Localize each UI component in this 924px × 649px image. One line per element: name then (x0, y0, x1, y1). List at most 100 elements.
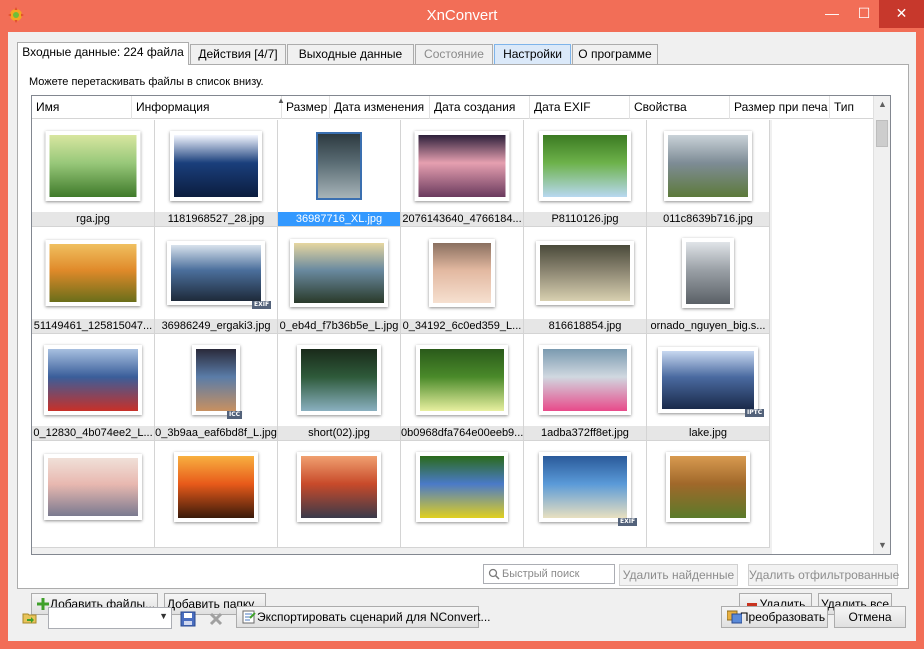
bottom-toolbar: ▼ Экспортировать сценарий для NConvert..… (8, 594, 916, 641)
file-name-label: 51149461_125815047... (32, 319, 154, 333)
file-thumbnail-item[interactable]: 0_eb4d_f7b36b5e_L.jpg (278, 227, 401, 334)
maximize-button[interactable]: ☐ (849, 0, 879, 28)
file-thumbnail-item[interactable]: P8110126.jpg (524, 120, 647, 227)
scroll-up-arrow-icon[interactable]: ▲ (874, 96, 890, 113)
tab-input[interactable]: Входные данные: 224 файла (17, 42, 189, 65)
drag-hint: Можете перетаскивать файлы в список вниз… (29, 76, 264, 88)
file-thumbnail-item[interactable]: 0_12830_4b074ee2_L... (32, 334, 155, 441)
file-thumbnail-item[interactable]: 1adba372ff8et.jpg (524, 334, 647, 441)
thumbnail-image (290, 239, 388, 307)
metadata-badge: EXIF (252, 301, 272, 309)
script-icon (242, 610, 256, 624)
delete-found-button[interactable]: Удалить найденные (619, 564, 738, 586)
file-thumbnail-item[interactable]: EXIF 36986249_ergaki3.jpg (155, 227, 278, 334)
file-thumbnail-item[interactable]: 2076143640_4766184... (401, 120, 524, 227)
file-thumbnail-item[interactable]: 0b0968dfa764e00eeb9... (401, 334, 524, 441)
tab-actions[interactable]: Действия [4/7] (190, 44, 286, 64)
column-header: Имя Информация Размер Дата изменения Дат… (32, 96, 874, 119)
column-type[interactable]: Тип (830, 96, 874, 119)
file-name-label: rga.jpg (32, 212, 154, 226)
search-placeholder: Быстрый поиск (502, 568, 580, 580)
file-thumbnail-item[interactable]: ICC 0_3b9aa_eaf6bd8f_L.jpg (155, 334, 278, 441)
file-name-label: ornado_nguyen_big.s... (647, 319, 769, 333)
file-thumbnail-item[interactable] (32, 441, 155, 548)
column-exif-date[interactable]: Дата EXIF (530, 96, 630, 119)
dropdown-arrow-icon: ▼ (159, 611, 168, 621)
input-panel: Можете перетаскивать файлы в список вниз… (17, 64, 909, 615)
tab-output[interactable]: Выходные данные (287, 44, 414, 64)
file-name-label: 2076143640_4766184... (401, 212, 523, 226)
thumbnail-image (539, 345, 631, 415)
thumbnail-image (664, 131, 752, 201)
export-script-label: Экспортировать сценарий для NConvert... (257, 610, 491, 624)
metadata-badge: EXIF (618, 518, 638, 526)
export-script-button[interactable]: Экспортировать сценарий для NConvert... (236, 606, 491, 628)
convert-button[interactable]: Преобразовать (721, 606, 828, 628)
file-thumbnail-item[interactable]: 816618854.jpg (524, 227, 647, 334)
scroll-down-arrow-icon[interactable]: ▼ (874, 537, 890, 554)
thumbnail-image (416, 345, 508, 415)
title-bar[interactable]: XnConvert — ☐ ✕ (0, 0, 924, 32)
tab-about[interactable]: О программе (572, 44, 658, 64)
file-thumbnail-item[interactable]: 36987716_XL.jpg (278, 120, 401, 227)
thumbnail-image (44, 454, 142, 520)
thumbnail-image (316, 132, 362, 200)
column-size[interactable]: Размер (282, 96, 330, 119)
thumbnail-image (416, 452, 508, 522)
file-thumbnail-item[interactable]: 0_34192_6c0ed359_L... (401, 227, 524, 334)
file-name-label: 816618854.jpg (524, 319, 646, 333)
file-thumbnail-item[interactable]: 1181968527_28.jpg (155, 120, 278, 227)
save-icon[interactable] (180, 611, 196, 627)
file-name-label: 36986249_ergaki3.jpg (155, 319, 277, 333)
column-created[interactable]: Дата создания (430, 96, 530, 119)
column-modified[interactable]: Дата изменения (330, 96, 430, 119)
thumbnail-image (170, 131, 262, 201)
thumbnail-image (429, 239, 495, 307)
file-list[interactable]: Имя Информация Размер Дата изменения Дат… (31, 95, 891, 555)
convert-label: Преобразовать (739, 610, 826, 624)
column-properties[interactable]: Свойства (630, 96, 730, 119)
metadata-badge: ICC (227, 411, 243, 419)
file-thumbnail-item[interactable] (647, 441, 770, 548)
tab-status[interactable]: Состояние (415, 44, 493, 64)
thumbnail-image (174, 452, 258, 522)
thumbnail-image (45, 240, 141, 306)
thumbnail-image (167, 241, 265, 305)
file-thumbnail-item[interactable] (401, 441, 524, 548)
minimize-button[interactable]: — (815, 0, 849, 28)
file-thumbnail-item[interactable]: IPTC lake.jpg (647, 334, 770, 441)
thumbnail-image (297, 345, 381, 415)
file-thumbnail-item[interactable]: 51149461_125815047... (32, 227, 155, 334)
close-button[interactable]: ✕ (879, 0, 924, 28)
vertical-scrollbar[interactable]: ▲ ▼ (873, 96, 890, 554)
thumbnail-image (192, 345, 240, 415)
file-thumbnail-item[interactable]: short(02).jpg (278, 334, 401, 441)
open-folder-icon[interactable] (22, 610, 38, 626)
thumbnail-image (666, 452, 750, 522)
file-thumbnail-item[interactable]: rga.jpg (32, 120, 155, 227)
file-thumbnail-item[interactable]: EXIF (524, 441, 647, 548)
file-name-label: 011c8639b716.jpg (647, 212, 769, 226)
scroll-thumb[interactable] (876, 120, 888, 147)
thumbnail-image (539, 131, 631, 201)
file-name-label: 0_eb4d_f7b36b5e_L.jpg (278, 319, 400, 333)
file-name-label: 0_3b9aa_eaf6bd8f_L.jpg (155, 426, 277, 440)
column-print-size[interactable]: Размер при печа (730, 96, 830, 119)
delete-preset-icon[interactable] (208, 611, 224, 627)
file-thumbnail-item[interactable]: ornado_nguyen_big.s... (647, 227, 770, 334)
thumbnail-image (682, 238, 734, 308)
delete-filtered-button[interactable]: Удалить отфильтрованные (748, 564, 899, 586)
cancel-button[interactable]: Отмена (834, 606, 906, 628)
column-name[interactable]: Имя (32, 96, 132, 119)
window-title: XnConvert (426, 7, 498, 24)
column-info[interactable]: Информация (132, 96, 282, 119)
file-thumbnail-item[interactable]: 011c8639b716.jpg (647, 120, 770, 227)
tab-settings[interactable]: Настройки (494, 44, 571, 64)
thumbnail-image (414, 131, 510, 201)
preset-combo[interactable]: ▼ (48, 607, 172, 629)
quick-search-input[interactable]: Быстрый поиск (483, 564, 615, 584)
thumbnail-image (44, 345, 142, 415)
file-thumbnail-item[interactable] (278, 441, 401, 548)
file-thumbnail-item[interactable] (155, 441, 278, 548)
file-name-label: short(02).jpg (278, 426, 400, 440)
